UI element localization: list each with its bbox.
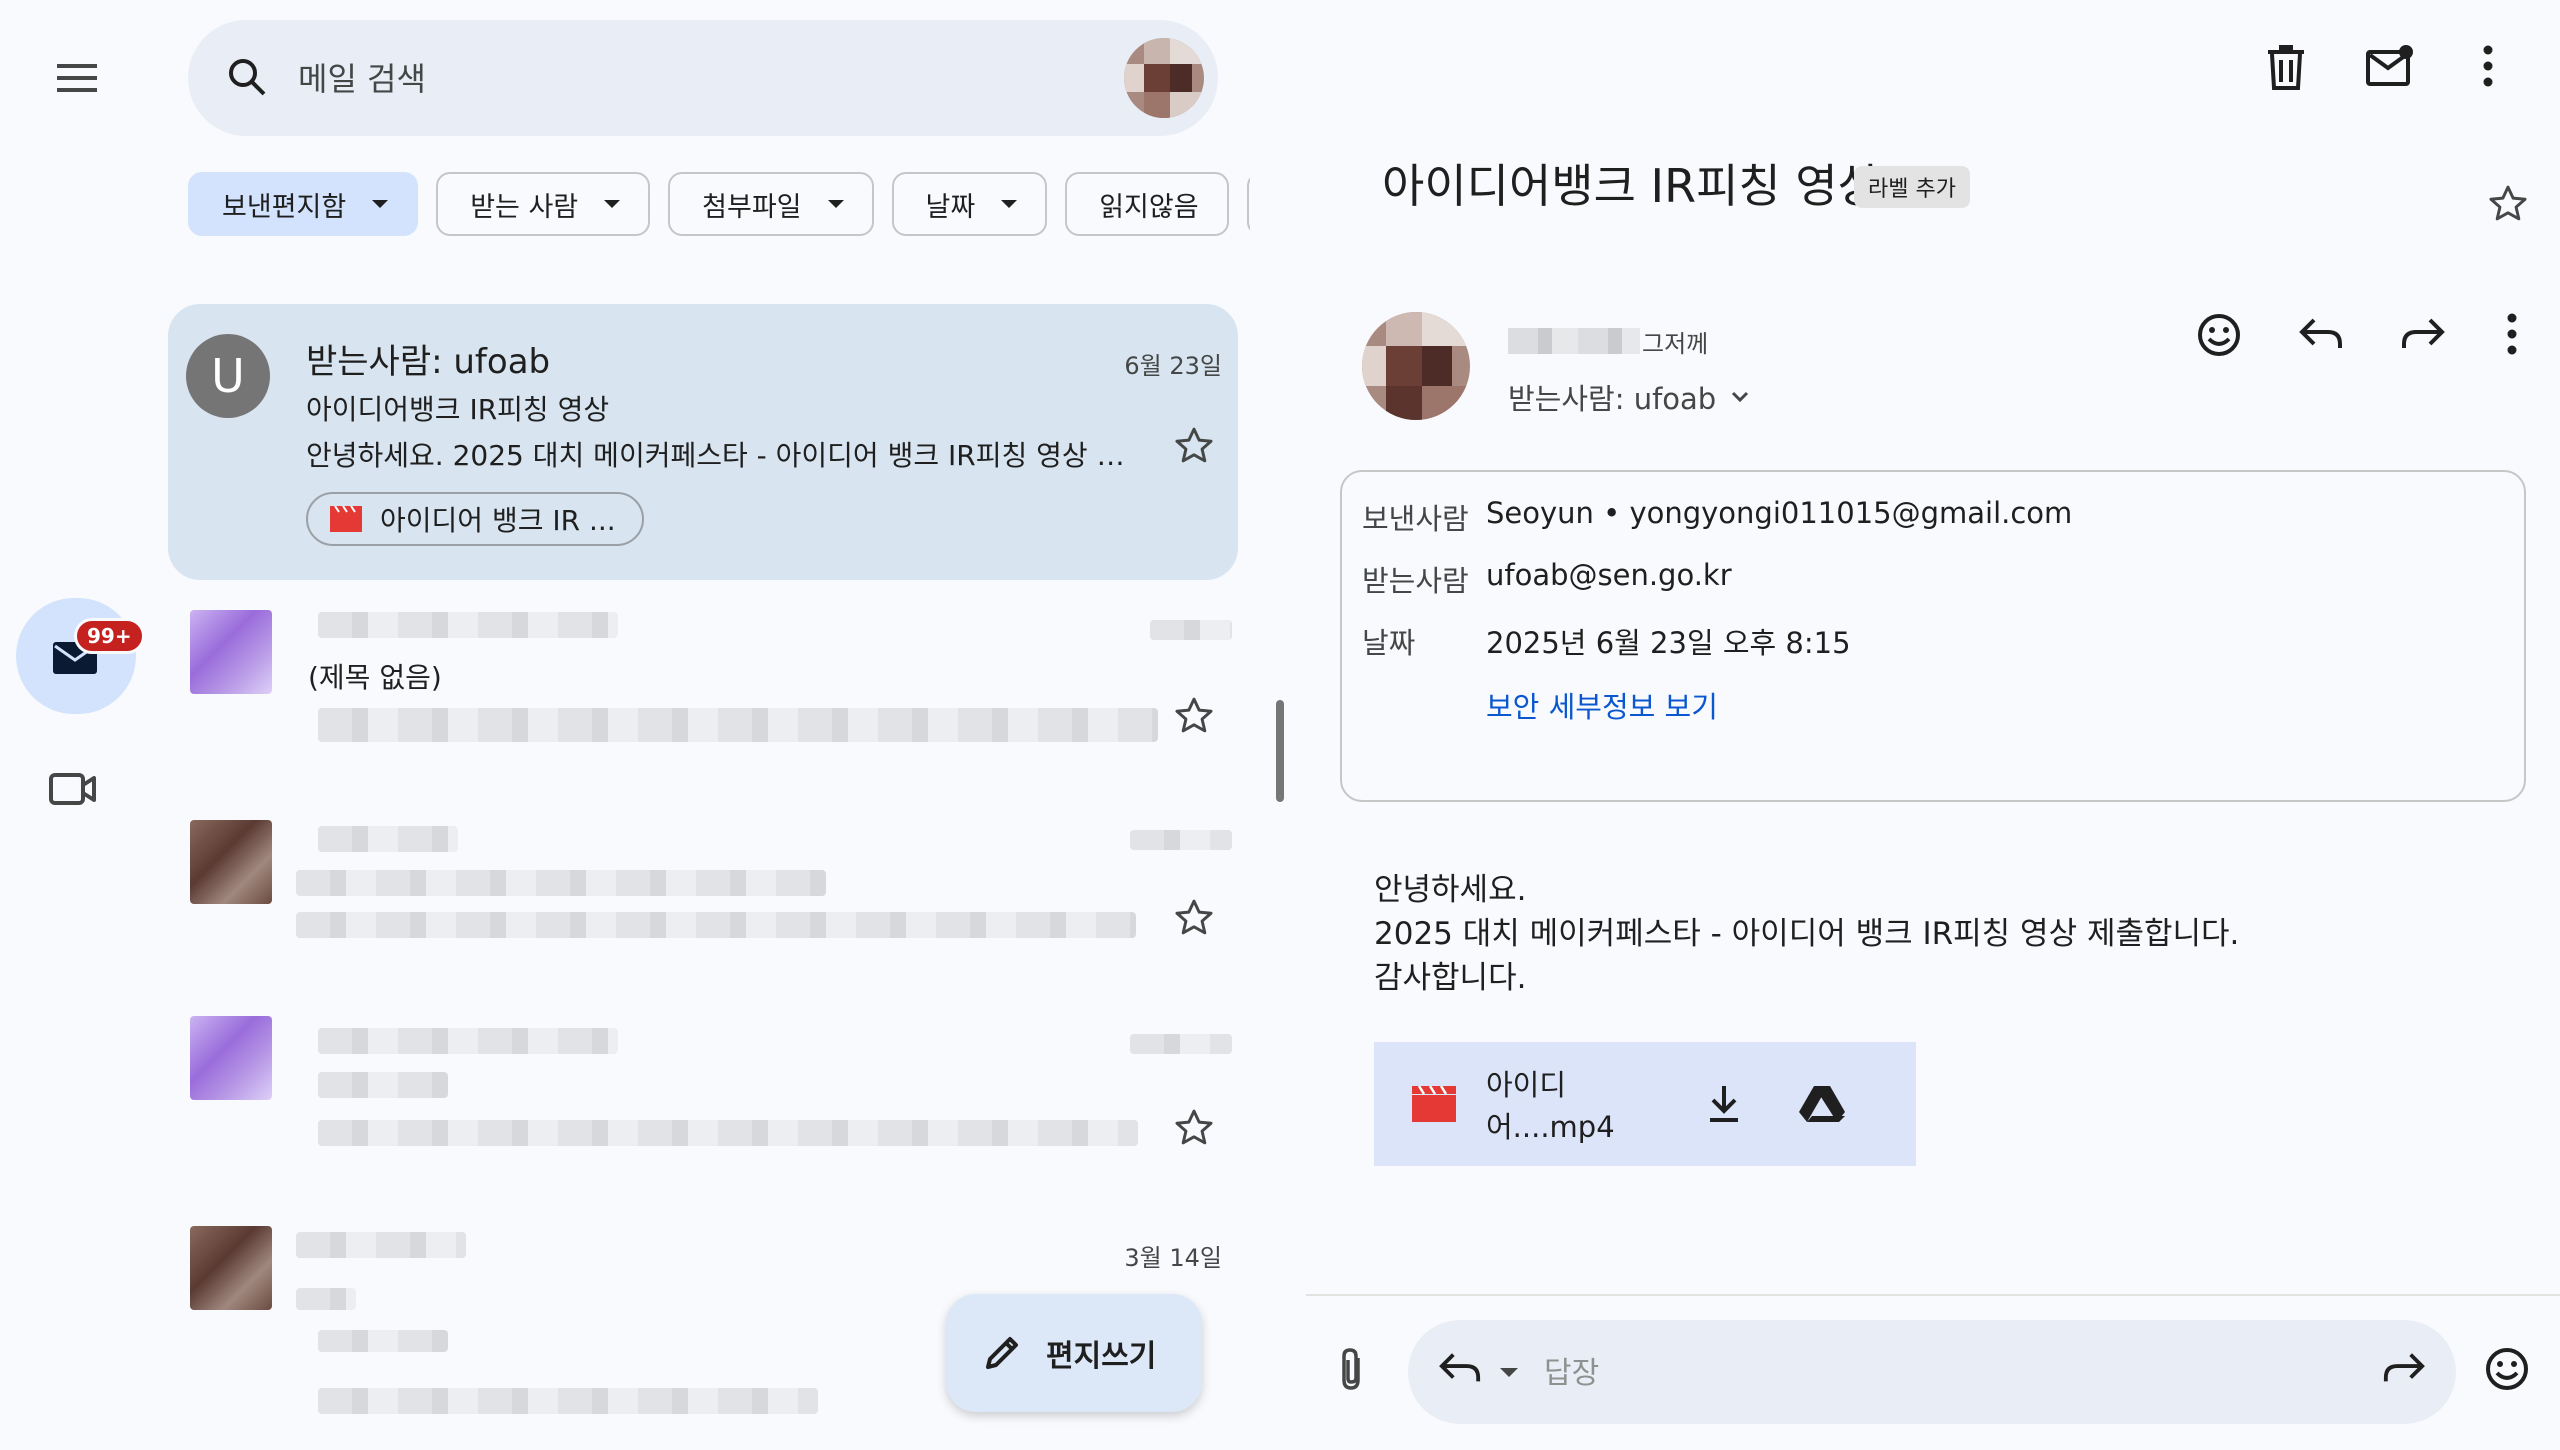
chevron-down-icon[interactable] [1500,1368,1518,1377]
reply-icon[interactable] [2298,316,2344,352]
attachment-chip[interactable]: 아이디어 뱅크 IR ... [306,492,644,546]
message-date [1130,1034,1232,1054]
trash-icon[interactable] [2266,44,2306,92]
filter-chips: 보낸편지함 받는 사람 첨부파일 날짜 읽지않음 [188,172,1250,240]
star-icon[interactable] [1172,1106,1216,1150]
attachment-card[interactable]: 아이디어....mp4 [1374,1042,1916,1166]
paperclip-icon[interactable] [1336,1346,1366,1392]
sender-avatar[interactable] [1362,312,1470,420]
sender-name [1508,328,1640,354]
chevron-down-icon [372,200,389,208]
search-input[interactable] [296,50,1000,108]
pencil-icon [986,1337,1018,1369]
menu-icon [57,64,97,92]
star-icon[interactable] [1172,896,1216,940]
email-subject: 아이디어뱅크 IR피칭 영상 [1382,159,1880,213]
mail-nav-button[interactable]: 99+ [16,598,145,714]
video-icon [49,773,96,805]
message-date [1130,830,1232,850]
avatar [190,820,272,904]
message-subject [296,870,826,896]
emoji-icon[interactable] [2484,1346,2530,1392]
meet-nav-button[interactable] [48,770,98,808]
avatar [190,610,272,694]
chevron-down-icon [1001,200,1018,208]
star-icon[interactable] [1172,694,1216,738]
message-list: U 받는사람: ufoab 6월 23일 아이디어뱅크 IR피칭 영상 안녕하세… [168,300,1238,1450]
list-item[interactable]: U 받는사람: ufoab 6월 23일 아이디어뱅크 IR피칭 영상 안녕하세… [168,304,1238,580]
message-date [1150,620,1232,640]
list-item[interactable] [168,998,1238,1184]
chip-unread[interactable]: 읽지않음 [1065,172,1229,236]
avatar [190,1226,272,1310]
attachment-filename: 아이디어....mp4 [1486,1068,1615,1144]
body-line: 안녕하세요. [1374,872,1527,908]
main-menu-button[interactable] [42,50,112,106]
emoji-icon[interactable] [2196,312,2242,358]
chip-date[interactable]: 날짜 [891,172,1048,236]
message-details-panel: 보낸사람 Seoyun • yongyongi011015@gmail.com … [1340,470,2526,802]
detail-to: 받는사람 ufoab@sen.go.kr [1362,558,1732,598]
add-label-button[interactable]: 라벨 추가 [1854,166,1970,208]
video-file-icon [330,506,362,532]
message-subject [318,1072,448,1098]
compose-button[interactable]: 편지쓰기 [946,1294,1202,1412]
reply-icon[interactable] [1438,1350,1482,1386]
message-subject [296,1288,356,1310]
mark-unread-icon[interactable] [2366,44,2414,88]
divider [1306,1294,2560,1296]
account-avatar[interactable] [1124,38,1204,118]
unread-badge: 99+ [74,618,145,654]
message-from: 받는사람: ufoab [306,342,551,382]
list-scrollbar[interactable] [1276,700,1284,802]
detail-security: 보안 세부정보 보기 [1362,684,1718,726]
chevron-down-icon [604,200,621,208]
message-subject: (제목 없음) [308,661,442,694]
chip-sent[interactable]: 보낸편지함 [188,172,419,236]
avatar: U [186,334,270,418]
message-snippet [318,1388,818,1414]
avatar [190,1016,272,1100]
search-icon[interactable] [226,56,268,98]
list-item[interactable]: (제목 없음) [168,590,1238,776]
detail-from: 보낸사람 Seoyun • yongyongi011015@gmail.com [1362,496,2073,536]
detail-date: 날짜 2025년 6월 23일 오후 8:15 [1362,626,1851,660]
sent-time: 그저께 [1642,330,1709,358]
star-icon[interactable] [2486,182,2530,226]
security-details-link[interactable]: 보안 세부정보 보기 [1486,684,1718,726]
message-from [296,1232,466,1258]
message-snippet [318,708,1158,742]
chevron-down-icon [827,200,844,208]
more-vert-icon[interactable] [2480,44,2496,88]
message-date: 6월 23일 [1124,352,1222,380]
recipient-toggle[interactable]: 받는사람: ufoab [1508,376,1750,418]
message-from [318,612,618,638]
body-line: 2025 대치 메이커페스타 - 아이디어 뱅크 IR피칭 영상 제출합니다. [1374,916,2240,952]
message-snippet [296,912,1136,938]
message-subject: 아이디어뱅크 IR피칭 영상 [306,393,610,426]
message-snippet: 안녕하세요. 2025 대치 메이커페스타 - 아이디어 뱅크 IR피칭 영상 … [306,439,1136,472]
chip-recipient[interactable]: 받는 사람 [436,172,651,236]
chip-more[interactable] [1246,172,1250,236]
forward-icon[interactable] [2382,1350,2426,1386]
email-body: 안녕하세요. 2025 대치 메이커페스타 - 아이디어 뱅크 IR피칭 영상 … [1374,868,2239,1000]
search-bar[interactable] [188,20,1218,136]
message-snippet [318,1330,448,1352]
body-line: 감사합니다. [1374,960,1527,996]
chevron-down-icon [1732,391,1749,403]
reply-input[interactable] [1542,1344,2246,1402]
star-icon[interactable] [1172,424,1216,468]
forward-icon[interactable] [2400,316,2446,352]
more-vert-icon[interactable] [2504,312,2520,356]
message-from [318,1028,618,1054]
download-icon[interactable] [1706,1084,1742,1124]
message-snippet [318,1120,1138,1146]
message-from [318,826,458,852]
drive-icon[interactable] [1798,1084,1846,1124]
video-file-icon [1412,1086,1456,1122]
message-date: 3월 14일 [1124,1244,1222,1272]
list-item[interactable] [168,794,1238,980]
reply-bar[interactable] [1408,1320,2456,1424]
chip-attachment[interactable]: 첨부파일 [668,172,874,236]
